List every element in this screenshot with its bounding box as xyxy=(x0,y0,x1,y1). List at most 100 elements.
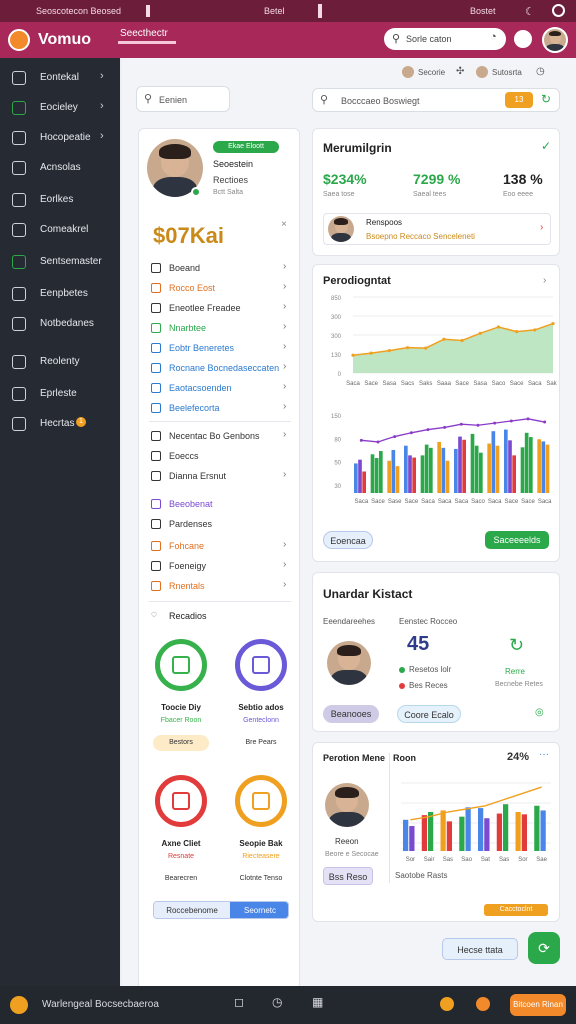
perf-left-button[interactable]: Eoencaa xyxy=(323,531,373,549)
list-item[interactable]: Eneotlee Freadee › xyxy=(151,301,291,317)
tile[interactable]: Seopie Bak Riecteasere Clotnte Tenso xyxy=(229,773,293,893)
list-item[interactable]: Foeneigy › xyxy=(151,559,291,575)
area-point xyxy=(496,325,501,329)
profile-tag: Ekae Eloott xyxy=(213,141,279,153)
list-item[interactable]: Beelefecorta › xyxy=(151,401,291,417)
tile[interactable]: Sebtio ados Genteclonn Bre Pears xyxy=(229,637,293,757)
image-icon xyxy=(12,101,26,115)
top-item-1[interactable]: Secorie xyxy=(418,68,445,77)
item-icon xyxy=(151,283,161,293)
area-point xyxy=(424,346,428,350)
sidebar-item[interactable]: Sentsemaster xyxy=(0,248,120,276)
list-item[interactable]: Nnarbtee › xyxy=(151,321,291,337)
history-icon[interactable]: ◷ xyxy=(272,995,282,1009)
link-icon xyxy=(12,387,26,401)
sidebar-item[interactable]: Comeakrel xyxy=(0,216,120,244)
tile-button[interactable]: Bre Pears xyxy=(233,735,289,751)
bar xyxy=(491,431,496,493)
chat-fab[interactable]: ⟳ xyxy=(528,932,560,964)
sidebar-item[interactable]: Hocopeatie › xyxy=(0,124,120,152)
more-icon[interactable]: ··· xyxy=(539,749,549,760)
puzzle-icon[interactable]: ✣ xyxy=(456,66,464,77)
sidebar-item[interactable]: Reolenty xyxy=(0,348,120,376)
notifications-icon[interactable] xyxy=(514,30,532,48)
sidebar-item[interactable]: Eorlkes xyxy=(0,186,120,214)
area-point xyxy=(460,338,464,343)
list-item[interactable]: Pardenses xyxy=(151,517,291,533)
chat-icon[interactable]: ◻ xyxy=(234,995,244,1009)
report-button[interactable]: Bss Reso xyxy=(323,867,373,885)
list-item[interactable]: Beeobenat xyxy=(151,497,291,513)
sidebar-item[interactable]: Eontekal › xyxy=(0,64,120,92)
header-search-input[interactable]: Sorle caton xyxy=(406,34,452,44)
sidebar-item[interactable]: Eocieley › xyxy=(0,94,120,122)
close-icon[interactable]: × xyxy=(281,219,287,230)
sidebar-item[interactable]: Hecrtas 1 xyxy=(0,410,120,438)
tile-glyph-icon xyxy=(252,792,270,810)
tile[interactable]: Toocie Diy Fbacer Roon Bestors xyxy=(149,637,213,757)
list-item[interactable]: Eaotacsoenden › xyxy=(151,381,291,397)
footer-left-button[interactable]: Roccebenome xyxy=(154,902,230,918)
list-item[interactable]: Rocnane Bocnedaseccaten › xyxy=(151,361,291,377)
sidebar-badge: 1 xyxy=(76,417,86,427)
user-avatar[interactable] xyxy=(542,27,568,53)
sidebar-item-label: Eprleste xyxy=(40,388,77,399)
perf-right-button[interactable]: Saceeeelds xyxy=(485,531,549,549)
main-search-input[interactable]: Bocccaeo Boswiegt xyxy=(341,96,420,106)
bar xyxy=(403,819,409,851)
list-item[interactable]: Rnentals › xyxy=(151,579,291,595)
refresh-icon[interactable]: ↻ xyxy=(509,635,524,656)
clock-icon[interactable]: ◷ xyxy=(536,66,545,77)
item-icon xyxy=(151,431,161,441)
list-item[interactable]: Fohcane › xyxy=(151,539,291,555)
search-badge: 13 xyxy=(505,92,533,108)
metrics-person[interactable]: Renspoos Bsoepno Reccaco Senceleneti › xyxy=(323,213,551,245)
info-icon[interactable]: ◎ xyxy=(535,707,544,718)
list-item[interactable]: Necentac Bo Genbons › xyxy=(151,429,291,445)
x-tick-label: Sase xyxy=(388,499,402,505)
chevron-right-icon[interactable]: › xyxy=(543,275,546,286)
team-button-2[interactable]: Coore Ecalo xyxy=(397,705,461,723)
chevron-right-icon[interactable]: › xyxy=(540,222,543,233)
list-item-label: Necentac Bo Genbons xyxy=(169,431,260,441)
bottom-action-button[interactable]: Bitcoen Rinan xyxy=(510,994,566,1016)
report-orange-button[interactable]: Cacctoclnt xyxy=(484,904,548,916)
settings-icon[interactable] xyxy=(552,4,565,17)
team-button-1[interactable]: Beanooes xyxy=(323,705,379,723)
item-icon xyxy=(151,383,161,393)
grid-icon[interactable]: ▦ xyxy=(312,995,323,1009)
item-icon xyxy=(151,519,161,529)
list-item[interactable]: Eobtr Beneretes › xyxy=(151,341,291,357)
home-icon[interactable] xyxy=(10,996,28,1014)
filter-field[interactable]: ⚲ Eenien xyxy=(136,86,230,112)
sidebar-item[interactable]: Eenpbetes xyxy=(0,280,120,308)
moon-icon[interactable]: ☾ xyxy=(525,5,535,18)
sidebar-item[interactable]: Acnsolas xyxy=(0,154,120,182)
top-item-2[interactable]: Sutosrta xyxy=(492,68,522,77)
list-item-label: Fohcane xyxy=(169,541,205,551)
tile-button[interactable]: Bestors xyxy=(153,735,209,751)
help-button[interactable]: Hecse ttata xyxy=(442,938,518,960)
footer-right-button[interactable]: Seornetc xyxy=(230,902,288,918)
sidebar-item[interactable]: Eprleste xyxy=(0,380,120,408)
main-search[interactable]: ⚲ Bocccaeo Boswiegt 13 ↻ xyxy=(312,88,560,112)
list-item[interactable]: Rocco Eost › xyxy=(151,281,291,297)
bar xyxy=(395,466,400,493)
list-item[interactable]: Boeand › xyxy=(151,261,291,277)
bar xyxy=(408,455,412,493)
tile-button[interactable]: Bearecren xyxy=(153,871,209,887)
star-icon[interactable] xyxy=(476,997,490,1011)
header-search[interactable]: ⚲ Sorle caton ◔ xyxy=(384,28,506,50)
tile-button[interactable]: Clotnte Tenso xyxy=(233,871,289,887)
list-item[interactable]: Dianna Ersnut › xyxy=(151,469,291,485)
list-item[interactable]: Eoeccs xyxy=(151,449,291,465)
metric-label: Saea tose xyxy=(323,191,355,198)
chevron-right-icon: › xyxy=(283,281,287,292)
bar xyxy=(441,447,446,493)
clear-icon[interactable]: ◔ xyxy=(490,31,497,43)
x-tick-label: Saco xyxy=(492,381,506,387)
sidebar-item[interactable]: Notbedanes xyxy=(0,310,120,338)
tile[interactable]: Axne Cliet Resnate Bearecren xyxy=(149,773,213,893)
profile-icon[interactable] xyxy=(440,997,454,1011)
refresh-icon[interactable]: ↻ xyxy=(541,92,551,106)
